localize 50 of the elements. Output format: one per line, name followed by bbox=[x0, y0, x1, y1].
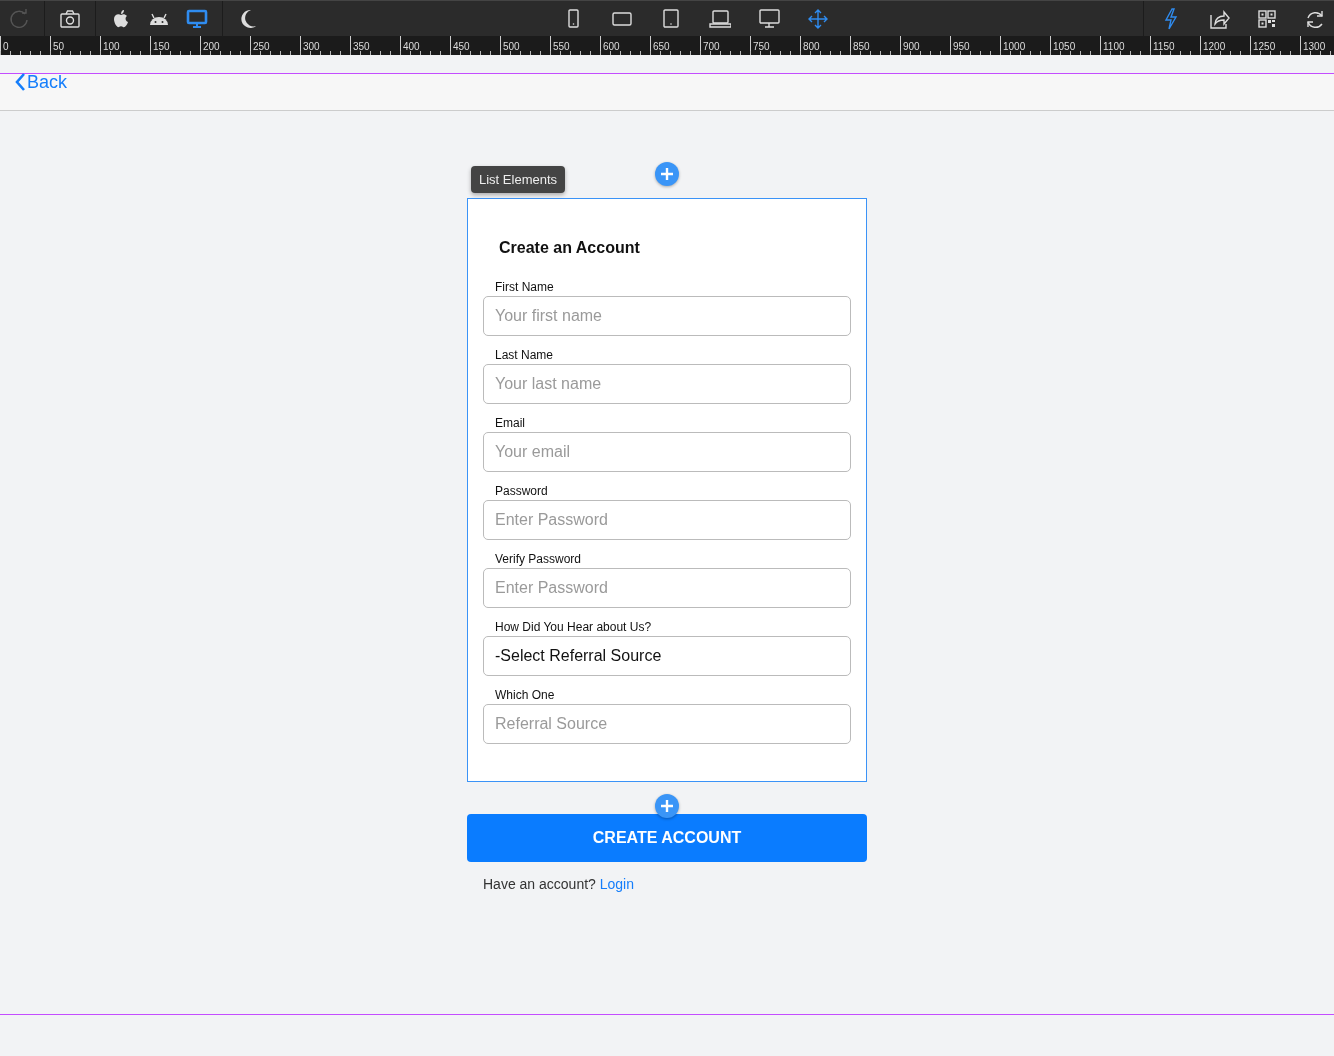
chevron-left-icon[interactable] bbox=[14, 72, 26, 92]
input-field[interactable]: Enter Password bbox=[483, 500, 851, 540]
ruler-label: 1300 bbox=[1302, 40, 1326, 54]
ruler-label: 1250 bbox=[1252, 40, 1276, 54]
login-link[interactable]: Login bbox=[599, 876, 634, 892]
field-label: How Did You Hear about Us? bbox=[495, 620, 653, 634]
ruler-label: 1150 bbox=[1152, 40, 1175, 54]
ruler-label: 300 bbox=[302, 40, 320, 54]
ruler-label: 250 bbox=[252, 40, 270, 54]
ruler-label: 700 bbox=[702, 40, 720, 54]
field-label: Email bbox=[495, 416, 526, 430]
ruler-label: 400 bbox=[402, 40, 420, 54]
input-field[interactable]: Your last name bbox=[483, 364, 851, 404]
add-icon[interactable] bbox=[655, 794, 679, 818]
field-label: Last Name bbox=[495, 348, 555, 362]
ruler-label: 150 bbox=[152, 40, 170, 54]
account-prompt: Have an account? bbox=[483, 876, 596, 892]
ruler-label: 550 bbox=[552, 40, 570, 54]
field-label: Which One bbox=[495, 688, 556, 702]
ruler-label: 1100 bbox=[1102, 40, 1125, 54]
ruler-label: 800 bbox=[802, 40, 820, 54]
ruler-label: 350 bbox=[352, 40, 370, 54]
ruler-label: 1050 bbox=[1052, 40, 1076, 54]
input-field[interactable]: Your email bbox=[483, 432, 851, 472]
ruler-label: 850 bbox=[852, 40, 870, 54]
ruler-label: 650 bbox=[652, 40, 670, 54]
referral-dropdown[interactable]: -Select Referral Source bbox=[483, 636, 851, 676]
ruler-label: 950 bbox=[952, 40, 970, 54]
add-icon[interactable] bbox=[655, 162, 679, 186]
input-field[interactable]: Enter Password bbox=[483, 568, 851, 608]
ruler-label: 500 bbox=[502, 40, 520, 54]
ruler-label: 100 bbox=[102, 40, 120, 54]
input-field[interactable]: Your first name bbox=[483, 296, 851, 336]
field-label: First Name bbox=[495, 280, 555, 294]
ruler-label: 200 bbox=[202, 40, 220, 54]
list-elements-tag: List Elements bbox=[471, 166, 566, 193]
ruler-label: 450 bbox=[452, 40, 470, 54]
ruler-label: 50 bbox=[52, 40, 65, 54]
ruler-label: 0 bbox=[2, 40, 9, 54]
field-label: Verify Password bbox=[495, 552, 583, 566]
ruler-label: 1000 bbox=[1002, 40, 1026, 54]
back-link[interactable]: Back bbox=[14, 72, 68, 92]
ruler-label: 1200 bbox=[1202, 40, 1226, 54]
create-account-button[interactable]: CREATE ACCOUNT bbox=[467, 814, 867, 862]
field-label: Password bbox=[495, 484, 549, 498]
form-title: Create an Account bbox=[499, 239, 641, 257]
ruler-label: 900 bbox=[902, 40, 920, 54]
ruler-label: 750 bbox=[752, 40, 770, 54]
ruler-label: 600 bbox=[602, 40, 620, 54]
input-field[interactable]: Referral Source bbox=[483, 704, 851, 744]
